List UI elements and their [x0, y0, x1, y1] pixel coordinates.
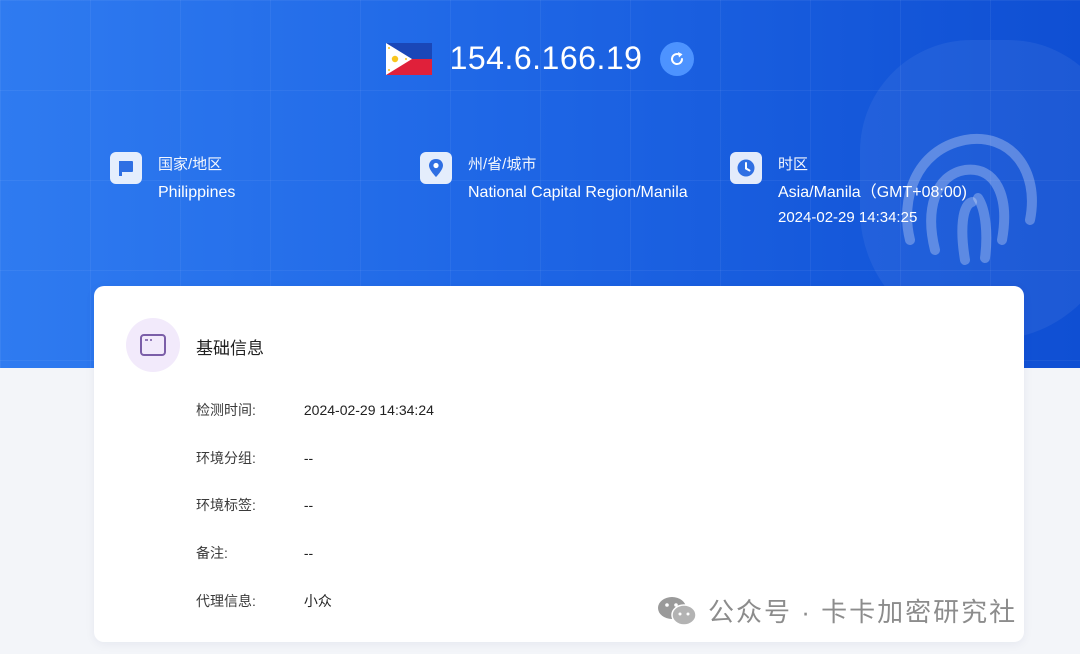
country-value: Philippines: [158, 184, 236, 201]
local-time: 2024-02-29 14:34:25: [778, 209, 918, 226]
timezone-value: Asia/Manila（GMT+08:00): [778, 184, 967, 201]
info-row: 环境标签: --: [196, 495, 313, 515]
row-value: --: [303, 545, 314, 561]
timezone-info: 时区 Asia/Manila（GMT+08:00) 2024-02-29 14:…: [730, 152, 967, 230]
row-label: 代理信息:: [196, 593, 256, 609]
card-title: 基础信息: [196, 339, 264, 358]
info-row: 备注: --: [196, 543, 313, 563]
flag-ph-icon: [385, 42, 432, 75]
refresh-icon: [671, 51, 684, 65]
row-label: 环境分组:: [196, 450, 256, 466]
row-value: --: [303, 450, 314, 466]
row-label: 环境标签:: [196, 497, 256, 513]
row-value: --: [303, 497, 314, 513]
timezone-label: 时区: [778, 156, 809, 173]
basic-info-card: 基础信息 检测时间: 2024-02-29 14:34:24 环境分组: -- …: [94, 286, 1024, 642]
region-value: National Capital Region/Manila: [468, 184, 688, 201]
refresh-button[interactable]: [660, 41, 695, 76]
flag-icon: [110, 152, 142, 184]
country-info: 国家/地区 Philippines: [110, 152, 235, 206]
country-label: 国家/地区: [158, 156, 223, 173]
row-value: 2024-02-29 14:34:24: [303, 402, 434, 418]
ip-address: 154.6.166.19: [449, 40, 643, 76]
row-label: 备注:: [196, 545, 228, 561]
row-label: 检测时间:: [196, 402, 256, 418]
browser-window-icon: [126, 318, 180, 372]
info-row: 代理信息: 小众: [196, 591, 332, 611]
location-pin-icon: [420, 152, 452, 184]
info-row: 检测时间: 2024-02-29 14:34:24: [196, 400, 434, 420]
region-info: 州/省/城市 National Capital Region/Manila: [420, 152, 688, 206]
row-value: 小众: [303, 593, 332, 609]
watermark-text: 公众号 · 卡卡加密研究社: [708, 597, 1018, 627]
info-row: 环境分组: --: [196, 448, 313, 468]
watermark: 公众号 · 卡卡加密研究社: [656, 592, 1017, 629]
region-label: 州/省/城市: [468, 156, 537, 173]
ip-header: 154.6.166.19: [0, 40, 1080, 77]
clock-icon: [730, 152, 762, 184]
wechat-icon: [658, 596, 697, 626]
